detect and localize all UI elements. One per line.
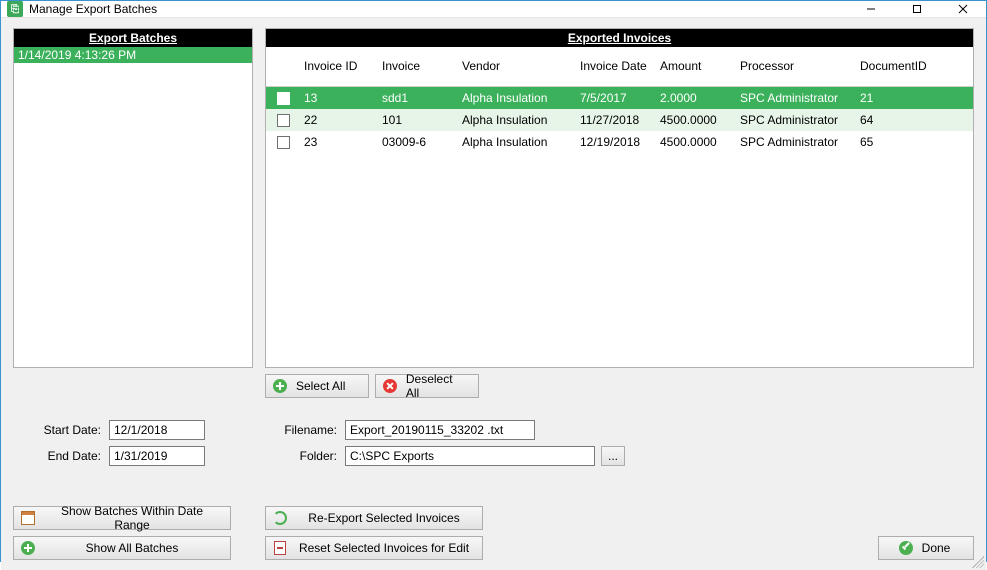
plus-icon xyxy=(20,540,36,556)
start-date-input[interactable] xyxy=(109,420,205,440)
table-row[interactable]: 13 sdd1 Alpha Insulation 7/5/2017 2.0000… xyxy=(266,87,973,109)
exported-invoices-panel: Exported Invoices Invoice ID Invoice Ven… xyxy=(265,28,974,368)
done-label: Done xyxy=(922,541,951,555)
window: ⎘ Manage Export Batches Export Batches 1… xyxy=(0,0,987,562)
grid-header-invoice[interactable]: Invoice xyxy=(378,56,458,77)
deselect-all-label: Deselect All xyxy=(406,372,468,400)
cell-amount: 4500.0000 xyxy=(656,135,736,149)
cell-invoice: sdd1 xyxy=(378,91,458,105)
plus-icon xyxy=(272,378,288,394)
browse-label: ... xyxy=(608,449,618,463)
minimize-button[interactable] xyxy=(848,1,894,17)
cell-vendor: Alpha Insulation xyxy=(458,91,576,105)
show-batches-range-button[interactable]: Show Batches Within Date Range xyxy=(13,506,231,530)
cell-amount: 2.0000 xyxy=(656,91,736,105)
cell-invoiceid: 22 xyxy=(300,113,378,127)
resize-grip-icon[interactable] xyxy=(972,556,984,568)
cell-date: 7/5/2017 xyxy=(576,91,656,105)
cell-date: 12/19/2018 xyxy=(576,135,656,149)
show-all-batches-button[interactable]: Show All Batches xyxy=(13,536,231,560)
grid-header-processor[interactable]: Processor xyxy=(736,56,856,77)
cell-docid: 64 xyxy=(856,113,950,127)
export-target-form: Filename: Folder: ... xyxy=(265,420,974,472)
folder-input[interactable] xyxy=(345,446,595,466)
app-icon: ⎘ xyxy=(7,1,23,17)
cell-invoiceid: 23 xyxy=(300,135,378,149)
reset-invoices-button[interactable]: Reset Selected Invoices for Edit xyxy=(265,536,483,560)
export-batches-panel: Export Batches 1/14/2019 4:13:26 PM xyxy=(13,28,253,368)
end-date-input[interactable] xyxy=(109,446,205,466)
cell-processor: SPC Administrator xyxy=(736,91,856,105)
grid-header-date[interactable]: Invoice Date xyxy=(576,56,656,77)
select-all-label: Select All xyxy=(296,379,345,393)
close-button[interactable] xyxy=(940,1,986,17)
cell-invoice: 101 xyxy=(378,113,458,127)
refresh-icon xyxy=(272,510,288,526)
cell-docid: 65 xyxy=(856,135,950,149)
client-area: Export Batches 1/14/2019 4:13:26 PM Expo… xyxy=(1,18,986,570)
date-range-form: Start Date: End Date: xyxy=(13,420,253,472)
filename-input[interactable] xyxy=(345,420,535,440)
row-checkbox[interactable] xyxy=(266,92,300,105)
reset-label: Reset Selected Invoices for Edit xyxy=(296,541,472,555)
deselect-all-button[interactable]: Deselect All xyxy=(375,374,479,398)
grid-header-docid[interactable]: DocumentID xyxy=(856,56,950,77)
grid-header-vendor[interactable]: Vendor xyxy=(458,56,576,77)
table-row[interactable]: 23 03009-6 Alpha Insulation 12/19/2018 4… xyxy=(266,131,973,153)
row-checkbox[interactable] xyxy=(266,136,300,149)
grid-header-row: Invoice ID Invoice Vendor Invoice Date A… xyxy=(266,47,973,87)
calendar-icon xyxy=(20,510,36,526)
filename-label: Filename: xyxy=(265,423,345,437)
grid-header-checkbox xyxy=(266,63,300,71)
row-checkbox[interactable] xyxy=(266,114,300,127)
list-item[interactable]: 1/14/2019 4:13:26 PM xyxy=(14,47,252,63)
start-date-label: Start Date: xyxy=(13,423,109,437)
cell-vendor: Alpha Insulation xyxy=(458,113,576,127)
cell-vendor: Alpha Insulation xyxy=(458,135,576,149)
select-all-button[interactable]: Select All xyxy=(265,374,369,398)
document-icon xyxy=(272,540,288,556)
table-row[interactable]: 22 101 Alpha Insulation 11/27/2018 4500.… xyxy=(266,109,973,131)
cell-amount: 4500.0000 xyxy=(656,113,736,127)
exported-invoices-grid[interactable]: Invoice ID Invoice Vendor Invoice Date A… xyxy=(266,47,973,367)
show-all-label: Show All Batches xyxy=(44,541,220,555)
window-controls xyxy=(848,1,986,17)
grid-header-amount[interactable]: Amount xyxy=(656,56,736,77)
cell-processor: SPC Administrator xyxy=(736,113,856,127)
cell-docid: 21 xyxy=(856,91,950,105)
cell-invoiceid: 13 xyxy=(300,91,378,105)
reexport-label: Re-Export Selected Invoices xyxy=(296,511,472,525)
end-date-label: End Date: xyxy=(13,449,109,463)
window-title: Manage Export Batches xyxy=(29,2,157,16)
reexport-button[interactable]: Re-Export Selected Invoices xyxy=(265,506,483,530)
check-icon xyxy=(898,540,914,556)
done-button[interactable]: Done xyxy=(878,536,974,560)
show-range-label: Show Batches Within Date Range xyxy=(44,504,220,532)
browse-folder-button[interactable]: ... xyxy=(601,446,625,466)
export-batches-list[interactable]: 1/14/2019 4:13:26 PM xyxy=(14,47,252,367)
cancel-icon xyxy=(382,378,398,394)
exported-invoices-header: Exported Invoices xyxy=(266,29,973,47)
folder-label: Folder: xyxy=(265,449,345,463)
cell-invoice: 03009-6 xyxy=(378,135,458,149)
grid-header-invoiceid[interactable]: Invoice ID xyxy=(300,56,378,77)
export-batches-header: Export Batches xyxy=(14,29,252,47)
maximize-button[interactable] xyxy=(894,1,940,17)
cell-processor: SPC Administrator xyxy=(736,135,856,149)
titlebar: ⎘ Manage Export Batches xyxy=(1,1,986,18)
cell-date: 11/27/2018 xyxy=(576,113,656,127)
